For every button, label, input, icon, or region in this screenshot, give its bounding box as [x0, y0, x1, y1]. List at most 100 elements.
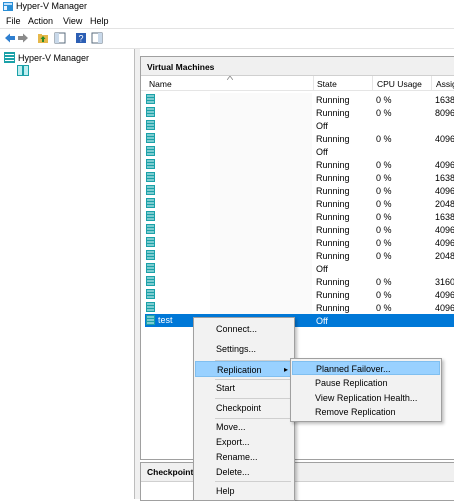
vm-cpu-usage: 0 % [376, 199, 392, 209]
virtual-machines-header: Virtual Machines [141, 57, 454, 76]
submenu-item-planned-failover[interactable]: Planned Failover... [292, 361, 440, 375]
menu-item-help[interactable]: Help [195, 483, 293, 499]
vm-row[interactable]: Running 0 % 3160 [145, 275, 454, 288]
column-separator[interactable] [372, 76, 373, 90]
help-icon[interactable]: ? [75, 32, 87, 44]
virtual-machine-icon [146, 289, 155, 299]
virtual-machine-icon [146, 250, 155, 260]
submenu-item-remove-replication[interactable]: Remove Replication [292, 405, 440, 419]
show-hide-tree-icon[interactable] [54, 32, 66, 44]
vm-row[interactable]: Running 0 % 4096 [145, 223, 454, 236]
vm-row[interactable]: Running 0 % 4096 [145, 132, 454, 145]
vm-row[interactable]: Running 0 % 4096 [145, 288, 454, 301]
menu-action[interactable]: Action [28, 16, 53, 26]
virtual-machine-icon [146, 224, 155, 234]
vm-cpu-usage: 0 % [376, 95, 392, 105]
menu-bar: File Action View Help [0, 14, 454, 28]
vm-state: Running [316, 238, 350, 248]
menu-separator [215, 481, 291, 482]
virtual-machine-icon [146, 94, 155, 104]
vm-cpu-usage: 0 % [376, 212, 392, 222]
vm-row[interactable]: Running 0 % 16384 [145, 93, 454, 106]
vm-row[interactable]: Running 0 % 16384 [145, 171, 454, 184]
menu-item-connect[interactable]: Connect... [195, 321, 293, 337]
vm-state: Running [316, 277, 350, 287]
vm-cpu-usage: 0 % [376, 173, 392, 183]
menu-item-rename[interactable]: Rename... [195, 449, 293, 465]
virtual-machine-icon [146, 237, 155, 247]
vm-name: test [158, 315, 173, 325]
menu-item-move[interactable]: Move... [195, 419, 293, 435]
vm-cpu-usage: 0 % [376, 277, 392, 287]
column-separator[interactable] [313, 76, 314, 90]
submenu-item-label: Remove Replication [315, 407, 396, 417]
vm-state: Running [316, 290, 350, 300]
vm-state: Running [316, 251, 350, 261]
menu-item-replication[interactable]: Replication ▸ [195, 361, 293, 377]
menu-item-label: Help [216, 486, 235, 496]
vm-row[interactable]: Running 0 % 2048 [145, 249, 454, 262]
checkpoints-panel: Checkpoints [140, 462, 454, 501]
forward-arrow-icon[interactable] [17, 32, 29, 44]
submenu-item-pause-replication[interactable]: Pause Replication [292, 376, 440, 390]
toolbar: ? [0, 28, 454, 49]
vm-state: Running [316, 95, 350, 105]
vm-assigned-memory: 2048 [435, 199, 454, 209]
column-name[interactable]: Name [149, 79, 172, 89]
tree-item-server[interactable] [17, 65, 29, 78]
back-arrow-icon[interactable] [4, 32, 16, 44]
vm-cpu-usage: 0 % [376, 186, 392, 196]
virtual-machine-icon [146, 172, 155, 182]
vm-row[interactable]: Running 0 % 8096 [145, 106, 454, 119]
submenu-item-label: Planned Failover... [316, 364, 391, 374]
menu-file[interactable]: File [6, 16, 21, 26]
virtual-machine-icon [146, 276, 155, 286]
sort-ascending-icon [227, 76, 233, 80]
menu-item-settings[interactable]: Settings... [195, 341, 293, 357]
column-header-row: Name State CPU Usage Assig [141, 76, 454, 91]
vm-row[interactable]: Off [145, 119, 454, 132]
menu-item-delete[interactable]: Delete... [195, 464, 293, 480]
vm-row[interactable]: Off [145, 145, 454, 158]
virtual-machine-icon [146, 107, 155, 117]
vm-assigned-memory: 3160 [435, 277, 454, 287]
vm-row[interactable]: test Off [145, 314, 454, 327]
vm-state: Running [316, 108, 350, 118]
vm-row[interactable]: Running 0 % 4096 [145, 184, 454, 197]
column-assigned-memory[interactable]: Assig [436, 79, 454, 89]
vm-row[interactable]: Running 0 % 4096 [145, 301, 454, 314]
vm-row[interactable]: Off [145, 262, 454, 275]
virtual-machine-icon [146, 315, 155, 325]
vm-cpu-usage: 0 % [376, 108, 392, 118]
column-separator[interactable] [431, 76, 432, 90]
virtual-machine-icon [146, 146, 155, 156]
vm-cpu-usage: 0 % [376, 160, 392, 170]
submenu-arrow-icon: ▸ [284, 365, 289, 374]
menu-item-export[interactable]: Export... [195, 434, 293, 450]
column-cpu-usage[interactable]: CPU Usage [377, 79, 422, 89]
replication-submenu: Planned Failover... Pause Replication Vi… [290, 358, 442, 422]
vm-state: Running [316, 199, 350, 209]
submenu-item-view-replication-health[interactable]: View Replication Health... [292, 391, 440, 405]
menu-view[interactable]: View [63, 16, 82, 26]
virtual-machines-title: Virtual Machines [147, 62, 215, 72]
virtual-machine-icon [146, 263, 155, 273]
window-title: Hyper-V Manager [16, 1, 88, 11]
menu-item-label: Export... [216, 437, 250, 447]
vm-row[interactable]: Running 0 % 4096 [145, 236, 454, 249]
menu-item-label: Delete... [216, 467, 250, 477]
vm-row[interactable]: Running 0 % 2048 [145, 197, 454, 210]
vm-assigned-memory: 4096 [435, 290, 454, 300]
menu-item-label: Settings... [216, 344, 257, 354]
menu-item-label: Move... [216, 422, 246, 432]
vm-row[interactable]: Running 0 % 16384 [145, 210, 454, 223]
vm-row[interactable]: Running 0 % 4096 [145, 158, 454, 171]
up-folder-icon[interactable] [37, 32, 49, 44]
menu-help[interactable]: Help [90, 16, 109, 26]
vm-state: Running [316, 173, 350, 183]
vm-state: Running [316, 212, 350, 222]
action-pane-icon[interactable] [91, 32, 103, 44]
menu-item-start[interactable]: Start [195, 380, 293, 396]
menu-item-checkpoint[interactable]: Checkpoint [195, 400, 293, 416]
column-state[interactable]: State [317, 79, 337, 89]
